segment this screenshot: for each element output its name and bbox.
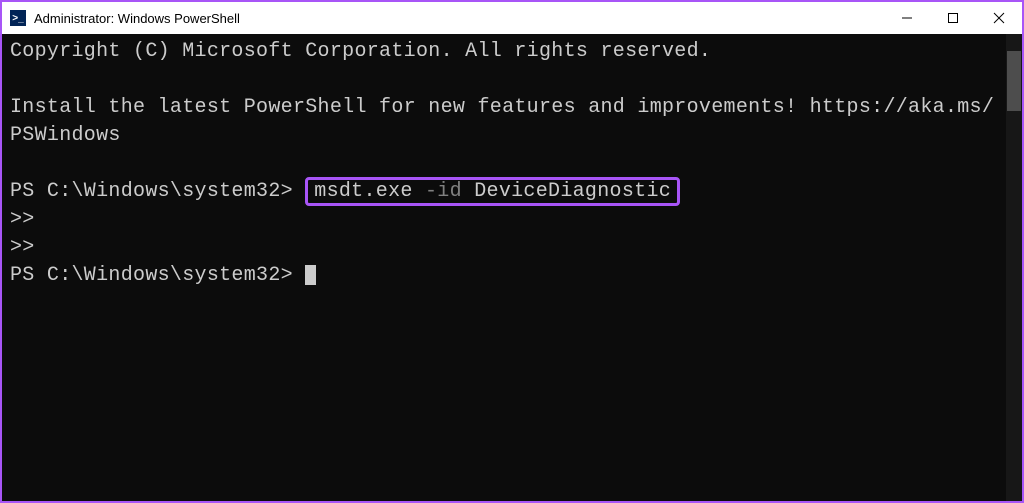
close-button[interactable]	[976, 2, 1022, 34]
scrollbar-thumb[interactable]	[1007, 51, 1021, 111]
command-flag: -id	[425, 180, 462, 203]
command-line-2: PS C:\Windows\system32>	[10, 262, 998, 290]
vertical-scrollbar[interactable]	[1006, 34, 1022, 501]
continuation-line-2: >>	[10, 234, 998, 262]
command-line-1: PS C:\Windows\system32> msdt.exe -id Dev…	[10, 178, 998, 206]
cursor	[305, 265, 316, 285]
terminal-content[interactable]: Copyright (C) Microsoft Corporation. All…	[2, 34, 1006, 501]
continuation-line-1: >>	[10, 206, 998, 234]
prompt-2: PS C:\Windows\system32>	[10, 264, 293, 287]
command-executable: msdt.exe	[314, 180, 412, 203]
maximize-button[interactable]	[930, 2, 976, 34]
prompt-1: PS C:\Windows\system32>	[10, 180, 293, 203]
command-argument: DeviceDiagnostic	[474, 180, 671, 203]
copyright-line: Copyright (C) Microsoft Corporation. All…	[10, 38, 998, 66]
highlighted-command: msdt.exe -id DeviceDiagnostic	[305, 177, 680, 206]
window-title: Administrator: Windows PowerShell	[34, 11, 884, 26]
terminal-area: Copyright (C) Microsoft Corporation. All…	[2, 34, 1022, 501]
window-controls	[884, 2, 1022, 34]
powershell-window: >_ Administrator: Windows PowerShell Cop…	[2, 2, 1022, 501]
powershell-icon: >_	[10, 10, 26, 26]
minimize-button[interactable]	[884, 2, 930, 34]
install-message: Install the latest PowerShell for new fe…	[10, 94, 998, 150]
titlebar[interactable]: >_ Administrator: Windows PowerShell	[2, 2, 1022, 34]
